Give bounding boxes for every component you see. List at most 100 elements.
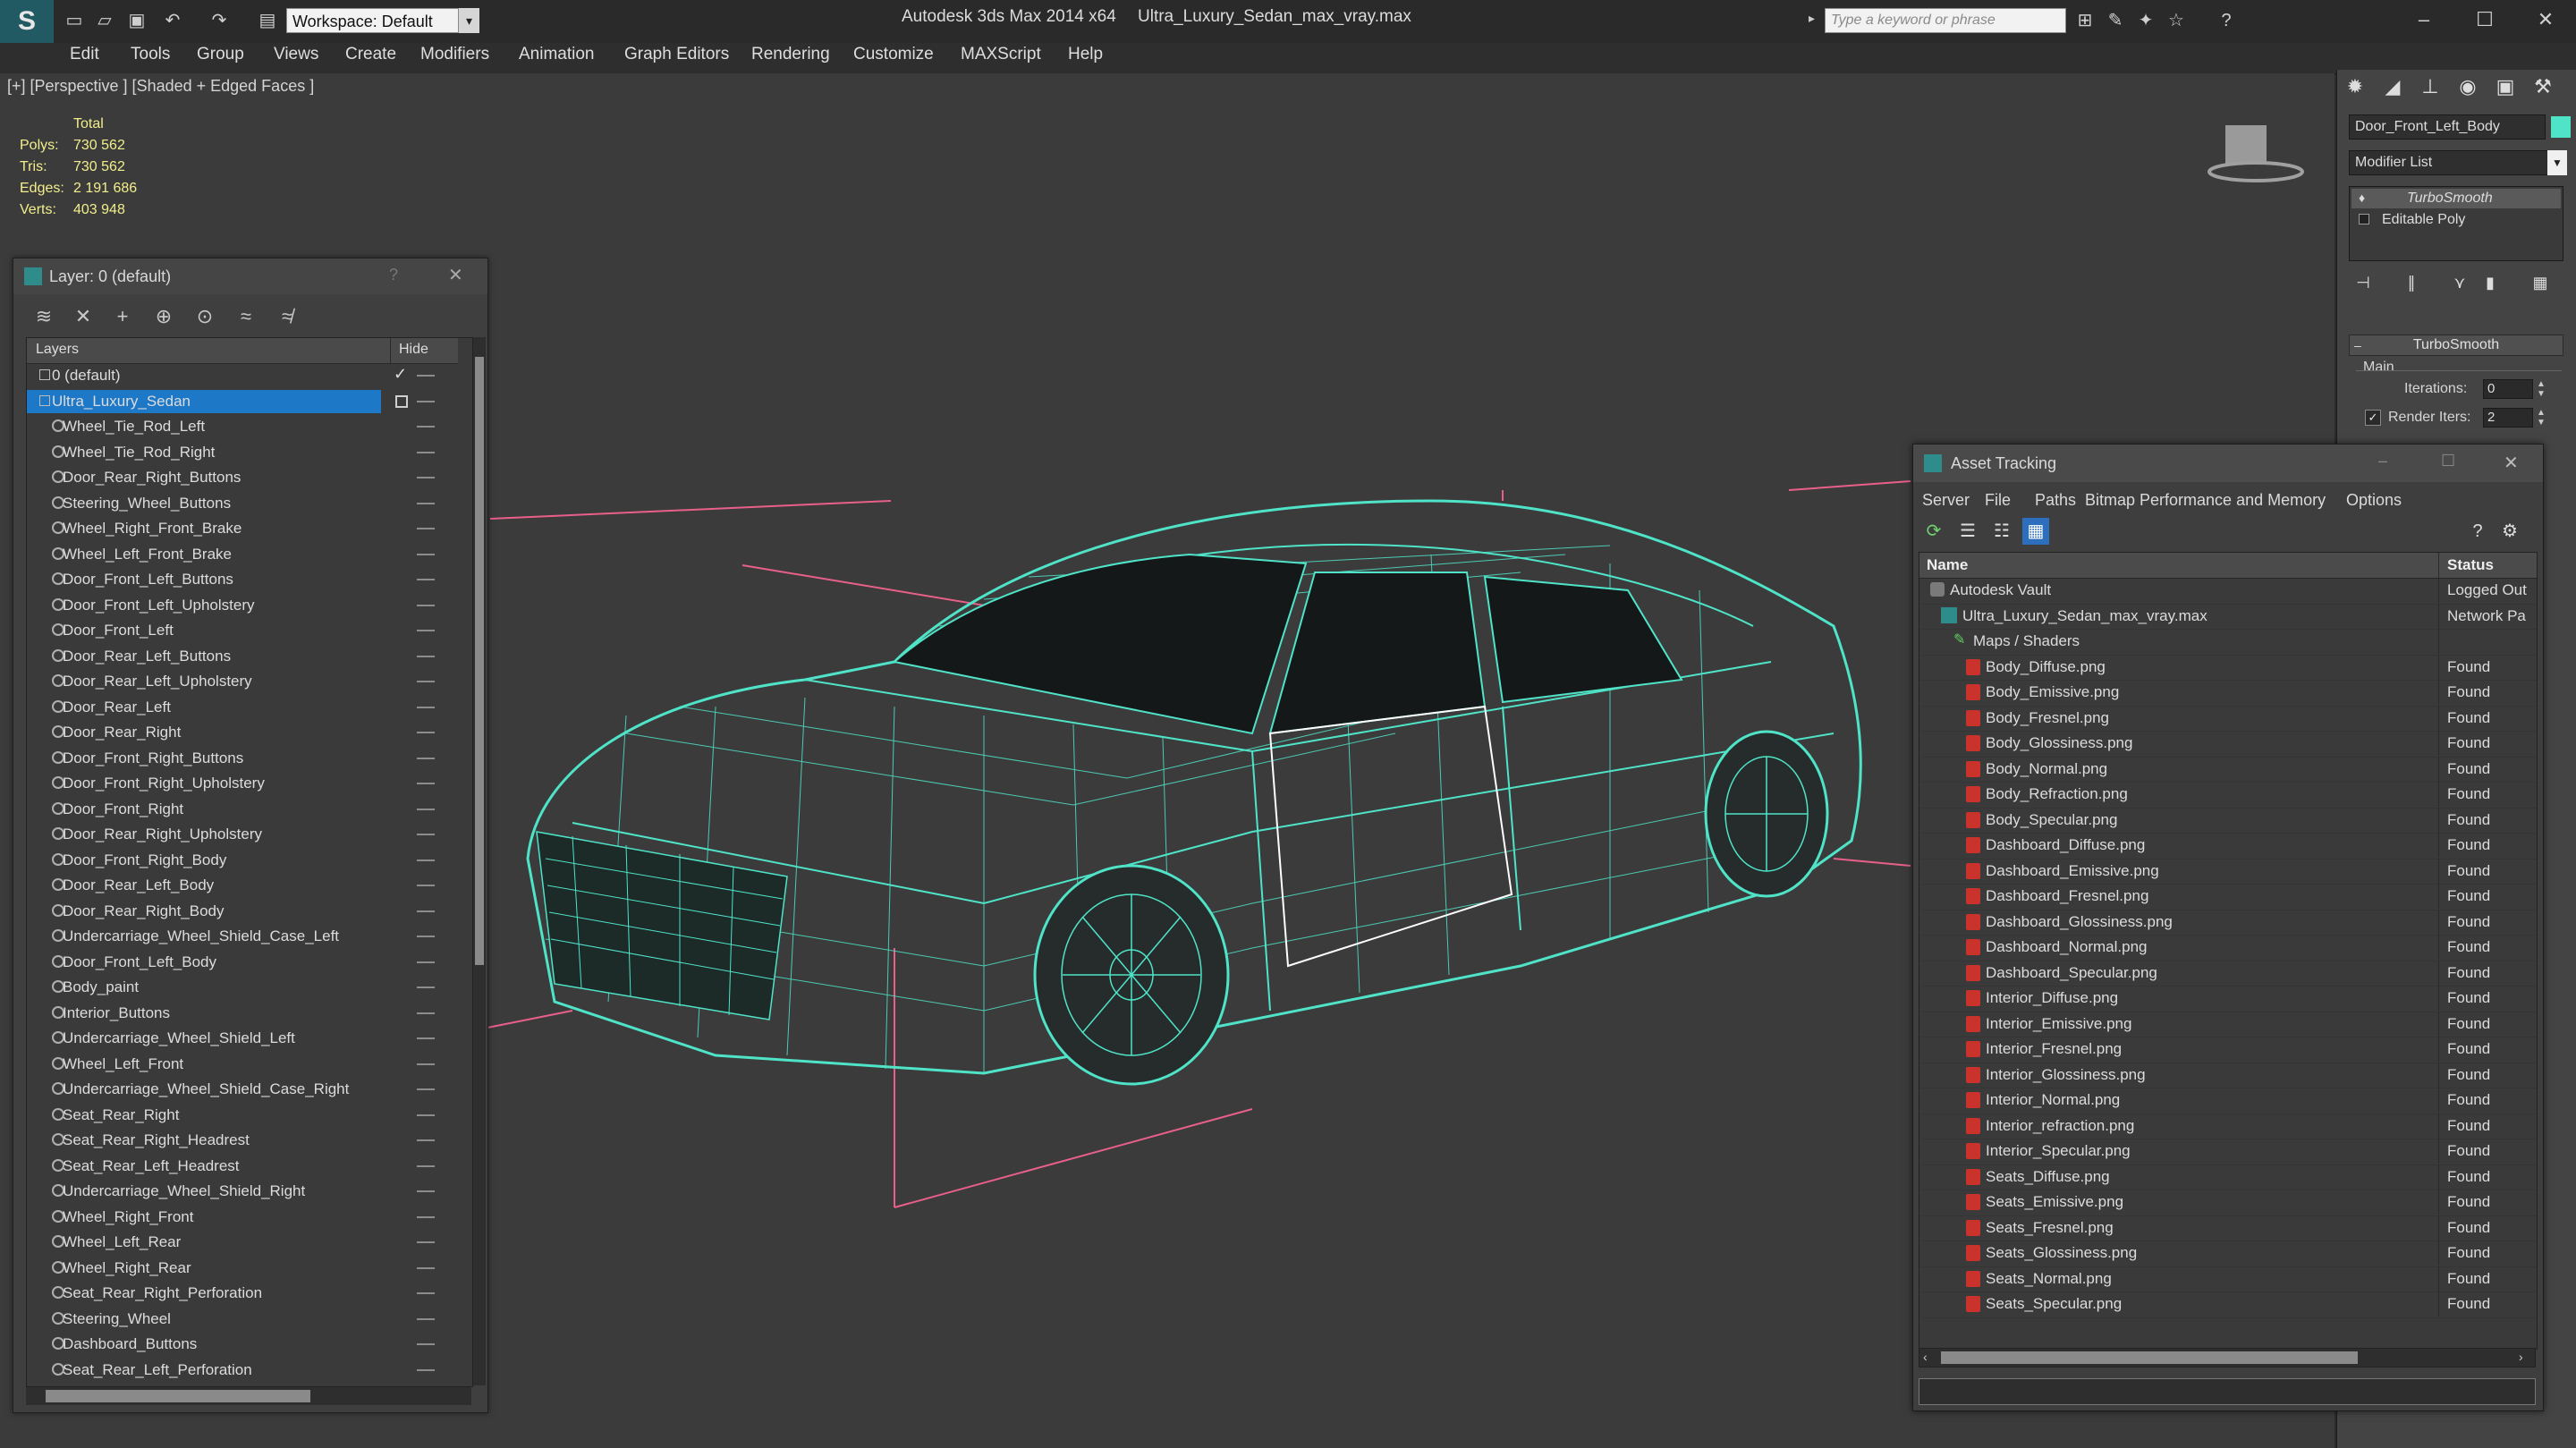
hide-toggle[interactable] — [417, 655, 435, 657]
hide-toggle[interactable] — [417, 528, 435, 529]
hide-toggle[interactable] — [417, 757, 435, 759]
layer-row[interactable]: Door_Rear_Left_Buttons — [27, 644, 458, 670]
show-end-result-icon[interactable]: ∥ — [2399, 270, 2424, 295]
hide-toggle[interactable] — [417, 961, 435, 963]
chevron-down-icon[interactable]: ▾ — [458, 8, 479, 33]
remove-modifier-icon[interactable]: ▮ — [2478, 270, 2503, 295]
save-file-icon[interactable]: ▣ — [125, 9, 148, 32]
hide-toggle[interactable] — [417, 451, 435, 453]
asset-row[interactable]: Seats_Glossiness.png Found — [1919, 1241, 2537, 1267]
layer-select-icon[interactable]: ≋ — [30, 303, 58, 330]
layer-row[interactable]: Undercarriage_Wheel_Shield_Case_Left — [27, 924, 458, 950]
menu-tools[interactable]: Tools — [131, 45, 170, 64]
help-icon[interactable]: ? — [2464, 518, 2491, 545]
redo-icon[interactable]: ↷ — [208, 9, 231, 32]
hide-toggle[interactable] — [417, 783, 435, 784]
create-tab-icon[interactable]: ✹ — [2338, 72, 2372, 102]
scroll-right-icon[interactable]: › — [2519, 1350, 2523, 1364]
binoculars-icon[interactable]: ⊞ — [2073, 9, 2097, 32]
layer-hscroll-thumb[interactable] — [46, 1390, 310, 1402]
modifier-stack[interactable]: ♦ TurboSmooth Editable Poly — [2349, 186, 2563, 261]
asset-row[interactable]: Seats_Specular.png Found — [1919, 1291, 2537, 1318]
asset-row[interactable]: Interior_Specular.png Found — [1919, 1139, 2537, 1165]
asset-row[interactable]: Body_Specular.png Found — [1919, 807, 2537, 834]
hide-toggle[interactable] — [417, 1241, 435, 1243]
menu-group[interactable]: Group — [197, 45, 244, 64]
close-icon[interactable]: ✕ — [448, 264, 463, 286]
hide-toggle[interactable] — [417, 936, 435, 937]
hide-toggle[interactable] — [417, 885, 435, 886]
list-view-icon[interactable]: ☰ — [1954, 518, 1981, 545]
hide-toggle[interactable] — [417, 1266, 435, 1269]
motion-tab-icon[interactable]: ◉ — [2451, 72, 2485, 102]
asset-row[interactable]: Seats_Diffuse.png Found — [1919, 1164, 2537, 1190]
hide-toggle[interactable] — [417, 1164, 435, 1167]
layer-row[interactable]: Interior_Buttons — [27, 1001, 458, 1027]
hide-toggle[interactable] — [417, 1088, 435, 1090]
layer-row[interactable]: Door_Front_Left — [27, 618, 458, 644]
iterations-spinner[interactable]: 0 — [2483, 379, 2533, 399]
viewport-label[interactable]: [+] [Perspective ] [Shaded + Edged Faces… — [7, 77, 314, 96]
layer-row[interactable]: Door_Rear_Left_Body — [27, 873, 458, 899]
column-hide[interactable]: Hide — [399, 342, 428, 358]
scroll-left-icon[interactable]: ‹ — [1923, 1350, 1928, 1364]
asset-row[interactable]: Dashboard_Diffuse.png Found — [1919, 833, 2537, 859]
delete-layer-icon[interactable]: ✕ — [69, 303, 97, 330]
hide-toggle[interactable] — [417, 808, 435, 810]
help-icon[interactable]: ? — [389, 266, 398, 284]
layer-row[interactable]: Wheel_Tie_Rod_Left — [27, 414, 458, 440]
asset-menu-file[interactable]: File — [1985, 491, 2011, 510]
chevron-down-icon[interactable]: ▼ — [2547, 150, 2567, 175]
asset-row[interactable]: Body_Refraction.png Found — [1919, 782, 2537, 809]
layer-row[interactable]: Door_Front_Left_Buttons — [27, 567, 458, 593]
table-view-icon[interactable]: ▦ — [2022, 518, 2049, 545]
settings-gear-icon[interactable]: ⚙ — [2496, 518, 2523, 545]
pin-stack-icon[interactable]: ⊣ — [2351, 270, 2376, 295]
asset-row[interactable]: Ultra_Luxury_Sedan_max_vray.max Network P… — [1919, 603, 2537, 630]
asset-row[interactable]: Body_Diffuse.png Found — [1919, 654, 2537, 681]
layer-row[interactable]: Seat_Rear_Right_Headrest — [27, 1128, 458, 1154]
display-tab-icon[interactable]: ▣ — [2488, 72, 2522, 102]
asset-path-field[interactable] — [1919, 1378, 2536, 1405]
menu-rendering[interactable]: Rendering — [751, 45, 830, 64]
hide-toggle[interactable] — [417, 859, 435, 861]
asset-row[interactable]: Seats_Fresnel.png Found — [1919, 1215, 2537, 1241]
layer-vscrollbar[interactable] — [473, 337, 486, 1385]
layer-row[interactable]: Door_Front_Left_Upholstery — [27, 593, 458, 619]
layer-row[interactable]: Door_Front_Right — [27, 797, 458, 823]
search-input[interactable]: Type a keyword or phrase — [1825, 8, 2066, 33]
layer-row[interactable]: Wheel_Left_Rear — [27, 1230, 458, 1256]
minimize-icon[interactable]: – — [2378, 452, 2387, 470]
spinner-arrows-icon[interactable]: ▲ ▼ — [2537, 408, 2546, 428]
hide-toggle[interactable] — [417, 553, 435, 555]
communication-icon[interactable]: ✦ — [2134, 9, 2157, 32]
favorites-star-icon[interactable]: ☆ — [2165, 9, 2188, 32]
layer-row[interactable]: Wheel_Tie_Rod_Right — [27, 440, 458, 466]
hide-toggle[interactable] — [417, 834, 435, 835]
expand-icon[interactable] — [2359, 214, 2369, 224]
menu-animation[interactable]: Animation — [519, 45, 595, 64]
layer-row[interactable]: Door_Front_Right_Upholstery — [27, 771, 458, 797]
app-logo-icon[interactable]: S — [0, 0, 54, 43]
menu-graph-editors[interactable]: Graph Editors — [624, 45, 729, 64]
asset-row[interactable]: Body_Normal.png Found — [1919, 756, 2537, 783]
select-objects-icon[interactable]: ⊙ — [191, 303, 219, 330]
hide-unhide-layers-icon[interactable]: ≉ — [273, 303, 301, 330]
layer-row[interactable]: Steering_Wheel — [27, 1307, 458, 1333]
layer-row[interactable]: Seat_Rear_Left_Perforation — [27, 1358, 458, 1384]
asset-row[interactable]: Interior_Emissive.png Found — [1919, 1011, 2537, 1037]
object-name-field[interactable]: Door_Front_Left_Body — [2349, 114, 2546, 140]
hide-toggle[interactable] — [417, 1139, 435, 1141]
collapse-icon[interactable]: – — [2354, 338, 2361, 352]
layer-row[interactable]: Seat_Rear_Right — [27, 1103, 458, 1129]
layer-row[interactable]: Door_Rear_Left — [27, 695, 458, 721]
asset-row[interactable]: Interior_Glossiness.png Found — [1919, 1062, 2537, 1088]
asset-menu-server[interactable]: Server — [1922, 491, 1970, 510]
hide-toggle[interactable] — [417, 502, 435, 504]
hide-toggle[interactable] — [417, 1317, 435, 1320]
modify-tab-icon[interactable]: ◢ — [2376, 72, 2410, 102]
asset-menu-bitmap-performance[interactable]: Bitmap Performance and Memory — [2085, 491, 2326, 510]
asset-row[interactable]: Body_Emissive.png Found — [1919, 680, 2537, 707]
hide-toggle[interactable] — [417, 1190, 435, 1192]
layer-row[interactable]: Undercarriage_Wheel_Shield_Left — [27, 1026, 458, 1052]
